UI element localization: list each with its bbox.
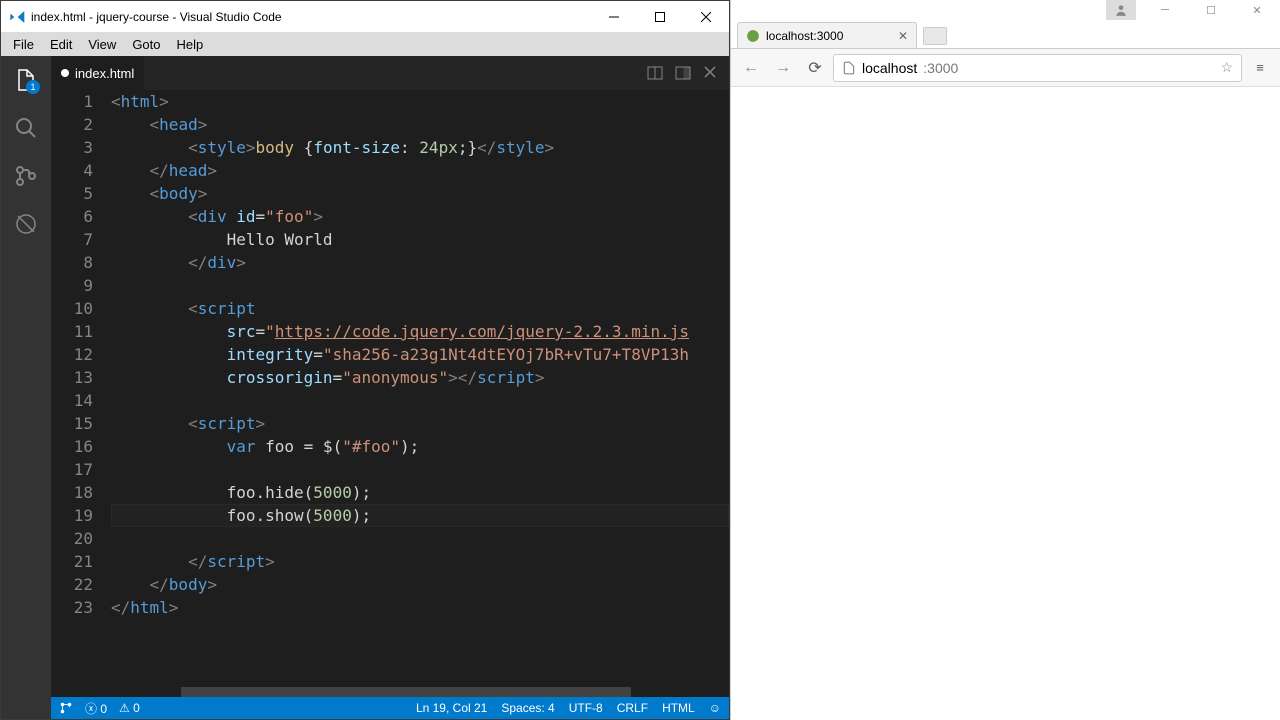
browser-viewport[interactable] [731, 87, 1280, 720]
menu-goto[interactable]: Goto [124, 37, 168, 52]
status-cursor-position[interactable]: Ln 19, Col 21 [416, 701, 487, 715]
close-tab-button[interactable] [703, 65, 717, 81]
status-warnings[interactable]: ⚠ 0 [119, 701, 140, 715]
desktop: index.html - jquery-course - Visual Stud… [0, 0, 1280, 720]
tab-index-html[interactable]: index.html [51, 56, 144, 90]
line-number-gutter: 1234567891011121314151617181920212223 [51, 90, 111, 697]
browser-toolbar: ← → ⟳ localhost :3000 ☆ ≡ [731, 49, 1280, 87]
explorer-badge: 1 [26, 80, 40, 94]
window-title: index.html - jquery-course - Visual Stud… [31, 10, 591, 24]
profile-button[interactable] [1106, 0, 1136, 20]
menu-help[interactable]: Help [169, 37, 212, 52]
browser-tab-localhost[interactable]: localhost:3000 ✕ [737, 22, 917, 48]
menu-file[interactable]: File [5, 37, 42, 52]
tab-label: index.html [75, 66, 134, 81]
url-host: localhost [862, 60, 917, 76]
vscode-logo-icon [9, 9, 25, 25]
status-eol[interactable]: CRLF [617, 701, 648, 715]
bookmark-star-icon[interactable]: ☆ [1220, 59, 1233, 76]
menu-edit[interactable]: Edit [42, 37, 80, 52]
menu-view[interactable]: View [80, 37, 124, 52]
url-path: :3000 [923, 60, 958, 76]
feedback-icon[interactable]: ☺ [709, 701, 721, 715]
favicon-icon [746, 29, 760, 43]
close-button[interactable] [683, 1, 729, 32]
split-editor-icon[interactable] [647, 65, 663, 81]
code-content[interactable]: <html> <head> <style>body {font-size: 24… [111, 90, 729, 697]
browser-titlebar: ─ ☐ ✕ [731, 0, 1280, 20]
minimize-button[interactable] [591, 1, 637, 32]
browser-minimize-button[interactable]: ─ [1142, 0, 1188, 20]
vscode-titlebar: index.html - jquery-course - Visual Stud… [1, 1, 729, 32]
maximize-button[interactable] [637, 1, 683, 32]
editor-area: index.html 12345678910111213141516171819… [51, 56, 729, 719]
search-icon[interactable] [10, 112, 42, 144]
vscode-menubar: File Edit View Goto Help [1, 32, 729, 56]
forward-button[interactable]: → [769, 54, 797, 82]
code-editor[interactable]: 1234567891011121314151617181920212223 <h… [51, 90, 729, 697]
browser-menu-button[interactable]: ≡ [1246, 54, 1274, 82]
browser-tab-title: localhost:3000 [766, 29, 843, 43]
back-button[interactable]: ← [737, 54, 765, 82]
vscode-window: index.html - jquery-course - Visual Stud… [0, 0, 730, 720]
status-indentation[interactable]: Spaces: 4 [501, 701, 554, 715]
horizontal-scrollbar[interactable] [181, 687, 631, 697]
tab-dirty-indicator-icon [61, 69, 69, 77]
reload-button[interactable]: ⟳ [801, 54, 829, 82]
browser-close-button[interactable]: ✕ [1234, 0, 1280, 20]
browser-window: ─ ☐ ✕ localhost:3000 ✕ ← → ⟳ localhost:3… [730, 0, 1280, 720]
toggle-panel-icon[interactable] [675, 65, 691, 81]
status-language[interactable]: HTML [662, 701, 695, 715]
source-control-icon[interactable] [10, 160, 42, 192]
tab-bar: index.html [51, 56, 729, 90]
debug-icon[interactable] [10, 208, 42, 240]
browser-maximize-button[interactable]: ☐ [1188, 0, 1234, 20]
address-bar[interactable]: localhost :3000 ☆ [833, 54, 1242, 82]
browser-tab-close-button[interactable]: ✕ [898, 29, 908, 43]
statusbar: ⓧ 0 ⚠ 0 Ln 19, Col 21 Spaces: 4 UTF-8 CR… [51, 697, 729, 719]
new-tab-button[interactable] [923, 27, 947, 45]
page-icon [842, 61, 856, 75]
browser-tabstrip: localhost:3000 ✕ [731, 20, 1280, 49]
activity-bar: 1 [1, 56, 51, 719]
status-errors[interactable]: ⓧ 0 [85, 700, 107, 717]
git-branch-icon[interactable] [59, 701, 73, 715]
status-encoding[interactable]: UTF-8 [569, 701, 603, 715]
explorer-icon[interactable]: 1 [10, 64, 42, 96]
